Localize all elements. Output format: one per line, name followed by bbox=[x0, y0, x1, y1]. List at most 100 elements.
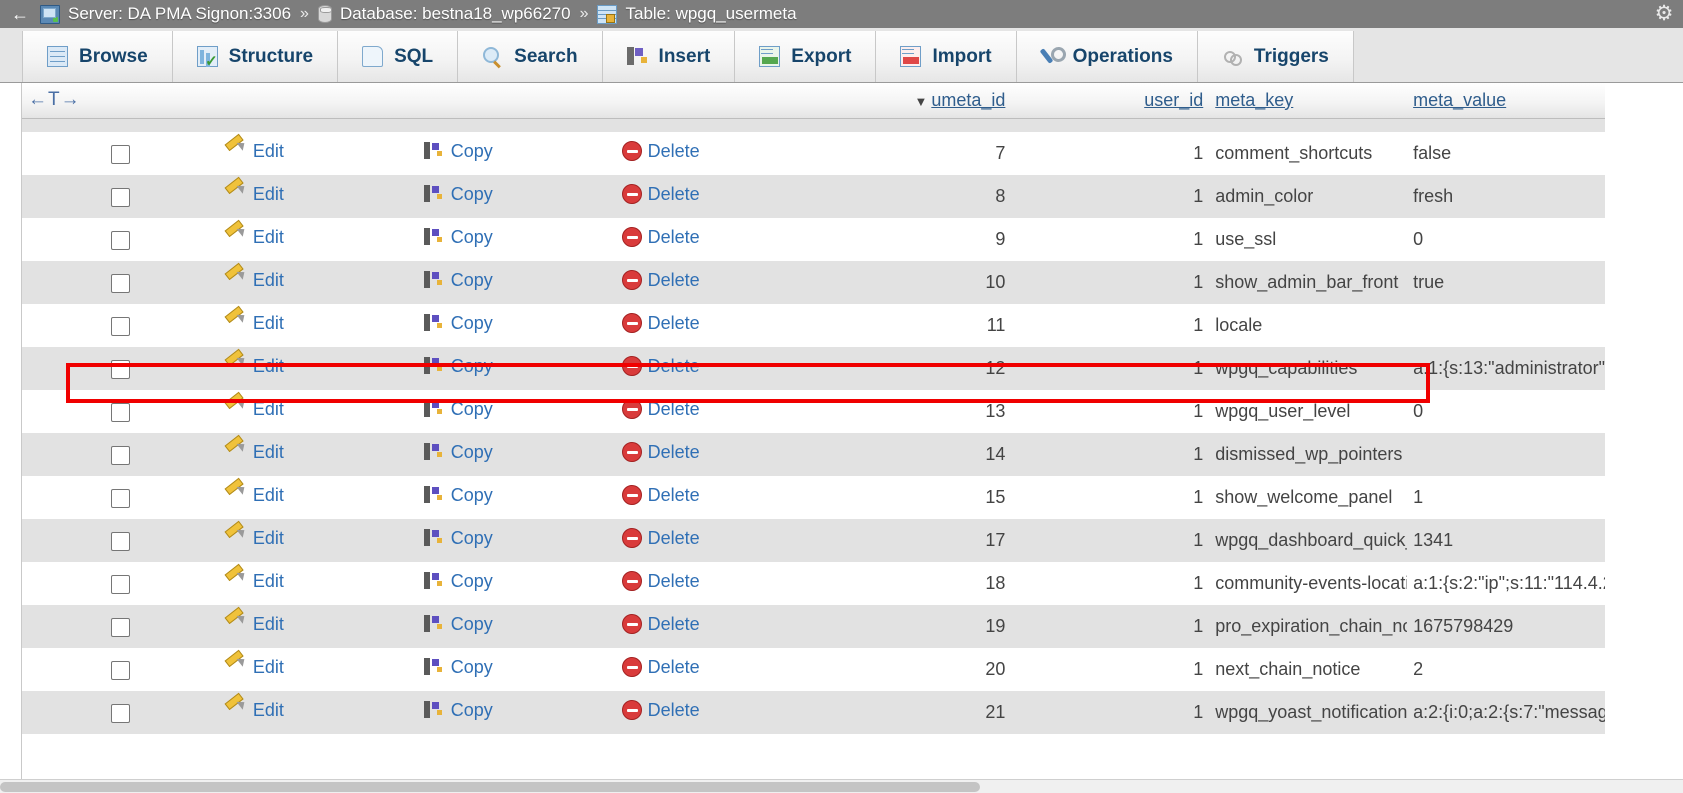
row-checkbox[interactable] bbox=[111, 617, 131, 637]
row-checkbox[interactable] bbox=[111, 574, 131, 594]
delete-button[interactable]: Delete bbox=[621, 227, 700, 248]
row-checkbox[interactable] bbox=[111, 144, 131, 164]
table-row[interactable]: Edit Copy Delete 171wpgq_dashboard_quick_pr… bbox=[22, 519, 1605, 562]
delete-button[interactable]: Delete bbox=[621, 141, 700, 162]
row-copy-cell[interactable]: Copy bbox=[417, 132, 616, 175]
row-copy-cell[interactable]: Copy bbox=[417, 433, 616, 476]
row-edit-cell[interactable]: Edit bbox=[219, 433, 418, 476]
tab-import[interactable]: Import bbox=[876, 31, 1017, 82]
edit-button[interactable]: Edit bbox=[226, 356, 284, 377]
row-edit-cell[interactable]: Edit bbox=[219, 691, 418, 734]
row-delete-cell[interactable]: Delete bbox=[615, 132, 814, 175]
copy-button[interactable]: Copy bbox=[423, 614, 493, 635]
row-edit-cell[interactable]: Edit bbox=[219, 390, 418, 433]
copy-button[interactable]: Copy bbox=[423, 313, 493, 334]
delete-button[interactable]: Delete bbox=[621, 313, 700, 334]
delete-button[interactable]: Delete bbox=[621, 270, 700, 291]
row-checkbox-cell[interactable] bbox=[22, 691, 220, 734]
horizontal-scrollbar[interactable] bbox=[0, 779, 1683, 793]
row-edit-cell[interactable]: Edit bbox=[219, 347, 418, 390]
table-row[interactable]: Edit Copy Delete 12 1 wpgq_capabilities a:1:{s… bbox=[22, 347, 1605, 390]
table-row[interactable]: Edit Copy Delete 21 1 wpgq_yoast_notification… bbox=[22, 691, 1605, 734]
edit-button[interactable]: Edit bbox=[226, 141, 284, 162]
edit-button[interactable]: Edit bbox=[226, 313, 284, 334]
table-row[interactable]: Edit Copy Delete 9 1 use_ssl 0 bbox=[22, 218, 1605, 261]
delete-button[interactable]: Delete bbox=[621, 356, 700, 377]
horizontal-scrollbar-thumb[interactable] bbox=[0, 782, 980, 792]
row-copy-cell[interactable]: Copy bbox=[417, 648, 616, 691]
tab-sql[interactable]: SQL bbox=[338, 31, 459, 82]
column-header-meta-value[interactable]: meta_value bbox=[1407, 83, 1605, 119]
row-checkbox-cell[interactable] bbox=[22, 132, 220, 175]
back-button[interactable]: ← bbox=[0, 0, 40, 28]
row-edit-cell[interactable]: Edit bbox=[219, 132, 418, 175]
row-copy-cell[interactable]: Copy bbox=[417, 562, 616, 605]
row-delete-cell[interactable]: Delete bbox=[615, 691, 814, 734]
row-checkbox-cell[interactable] bbox=[22, 347, 220, 390]
edit-button[interactable]: Edit bbox=[226, 270, 284, 291]
copy-button[interactable]: Copy bbox=[423, 270, 493, 291]
tab-structure[interactable]: Structure bbox=[172, 31, 339, 82]
row-copy-cell[interactable]: Copy bbox=[417, 519, 616, 562]
row-delete-cell[interactable]: Delete bbox=[615, 433, 814, 476]
row-edit-cell[interactable]: Edit bbox=[219, 605, 418, 648]
row-checkbox[interactable] bbox=[111, 187, 131, 207]
row-copy-cell[interactable]: Copy bbox=[417, 691, 616, 734]
row-copy-cell[interactable]: Copy bbox=[417, 476, 616, 519]
row-delete-cell[interactable]: Delete bbox=[615, 519, 814, 562]
row-checkbox[interactable] bbox=[111, 316, 131, 336]
column-header-meta-value-label[interactable]: meta_value bbox=[1413, 90, 1506, 110]
delete-button[interactable]: Delete bbox=[621, 399, 700, 420]
delete-button[interactable]: Delete bbox=[621, 614, 700, 635]
row-checkbox-cell[interactable] bbox=[22, 218, 220, 261]
row-edit-cell[interactable]: Edit bbox=[219, 304, 418, 347]
edit-button[interactable]: Edit bbox=[226, 485, 284, 506]
tab-search[interactable]: Search bbox=[458, 31, 603, 82]
row-delete-cell[interactable]: Delete bbox=[615, 304, 814, 347]
copy-button[interactable]: Copy bbox=[423, 184, 493, 205]
column-header-user-id[interactable]: user_id bbox=[1011, 83, 1210, 119]
row-checkbox-cell[interactable] bbox=[22, 476, 220, 519]
row-copy-cell[interactable]: Copy bbox=[417, 218, 616, 261]
table-row[interactable]: Edit Copy Delete 10 1 show_admin_bar_front tru… bbox=[22, 261, 1605, 304]
row-checkbox-cell[interactable] bbox=[22, 390, 220, 433]
delete-button[interactable]: Delete bbox=[621, 184, 700, 205]
breadcrumb-item-server[interactable]: Server: DA PMA Signon:3306 bbox=[40, 4, 291, 24]
copy-button[interactable]: Copy bbox=[423, 141, 493, 162]
copy-button[interactable]: Copy bbox=[423, 485, 493, 506]
row-checkbox[interactable] bbox=[111, 273, 131, 293]
row-checkbox-cell[interactable] bbox=[22, 562, 220, 605]
row-checkbox-cell[interactable] bbox=[22, 304, 220, 347]
edit-button[interactable]: Edit bbox=[226, 700, 284, 721]
copy-button[interactable]: Copy bbox=[423, 227, 493, 248]
table-row[interactable]: Edit Copy Delete 181community-events-locati… bbox=[22, 562, 1605, 605]
table-row[interactable]: Edit Copy Delete 8 1 admin_color fresh bbox=[22, 175, 1605, 218]
row-checkbox[interactable] bbox=[111, 488, 131, 508]
row-edit-cell[interactable]: Edit bbox=[219, 218, 418, 261]
row-checkbox[interactable] bbox=[111, 660, 131, 680]
row-checkbox-cell[interactable] bbox=[22, 261, 220, 304]
tab-operations[interactable]: Operations bbox=[1016, 31, 1198, 82]
row-checkbox[interactable] bbox=[111, 359, 131, 379]
table-row[interactable]: Edit Copy Delete 191pro_expiration_chain_no… bbox=[22, 605, 1605, 648]
row-checkbox-cell[interactable] bbox=[22, 175, 220, 218]
edit-button[interactable]: Edit bbox=[226, 657, 284, 678]
tab-export[interactable]: Export bbox=[735, 31, 877, 82]
gear-icon[interactable]: ⚙ bbox=[1653, 3, 1675, 25]
row-delete-cell[interactable]: Delete bbox=[615, 562, 814, 605]
delete-button[interactable]: Delete bbox=[621, 485, 700, 506]
row-edit-cell[interactable]: Edit bbox=[219, 261, 418, 304]
row-copy-cell[interactable]: Copy bbox=[417, 605, 616, 648]
row-copy-cell[interactable]: Copy bbox=[417, 390, 616, 433]
row-checkbox-cell[interactable] bbox=[22, 433, 220, 476]
table-row[interactable]: Edit Copy Delete 13 1 wpgq_user_level 0 bbox=[22, 390, 1605, 433]
copy-button[interactable]: Copy bbox=[423, 700, 493, 721]
delete-button[interactable]: Delete bbox=[621, 700, 700, 721]
copy-button[interactable]: Copy bbox=[423, 657, 493, 678]
row-checkbox[interactable] bbox=[111, 531, 131, 551]
edit-button[interactable]: Edit bbox=[226, 528, 284, 549]
edit-button[interactable]: Edit bbox=[226, 571, 284, 592]
row-delete-cell[interactable]: Delete bbox=[615, 261, 814, 304]
breadcrumb-item-database[interactable]: Database: bestna18_wp66270 bbox=[317, 4, 571, 24]
breadcrumb-item-table[interactable]: Table: wpgq_usermeta bbox=[597, 4, 797, 24]
